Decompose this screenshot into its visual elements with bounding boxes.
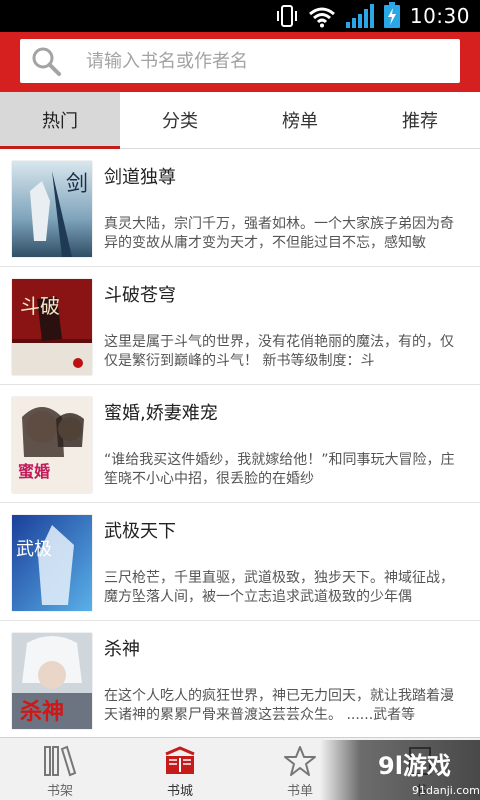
nav-label: 书架: [46, 784, 73, 799]
svg-text:斗破: 斗破: [20, 294, 60, 318]
tab-hot[interactable]: 热门: [0, 92, 120, 149]
app-header: [0, 32, 480, 92]
list-item[interactable]: 武极 武极天下 三尺枪芒，千里直驱，武道极致，独步天下。神域征战，魔方坠落人间，…: [0, 503, 480, 621]
book-cover[interactable]: 斗破: [12, 279, 92, 375]
phone-vibrate-icon: [276, 4, 298, 28]
tab-categories[interactable]: 分类: [120, 92, 240, 148]
watermark-logo: 9l游戏 91danji.com: [320, 740, 480, 800]
list-item[interactable]: 斗破 斗破苍穹 这里是属于斗气的世界，没有花俏艳丽的魔法，有的，仅仅是繁衍到巅峰…: [0, 267, 480, 385]
signal-icon: [345, 4, 374, 28]
svg-text:9l游戏: 9l游戏: [378, 752, 451, 780]
book-title: 蜜婚,娇妻难宠: [104, 403, 218, 424]
book-title: 剑道独尊: [104, 167, 176, 188]
book-title: 斗破苍穹: [104, 285, 176, 306]
tab-recommend[interactable]: 推荐: [360, 92, 480, 148]
star-icon: [284, 746, 316, 776]
list-item[interactable]: 剑 剑道独尊 真灵大陆，宗门千万，强者如林。一个大家族子弟因为奇异的变故从庸才变…: [0, 149, 480, 267]
book-description: 真灵大陆，宗门千万，强者如林。一个大家族子弟因为奇异的变故从庸才变为天才，不但能…: [104, 216, 454, 251]
wifi-icon: [308, 4, 336, 28]
book-title: 武极天下: [104, 521, 176, 542]
svg-text:蜜婚: 蜜婚: [18, 462, 50, 481]
nav-bookshelf[interactable]: 书架: [0, 738, 120, 800]
bookstore-icon: [165, 746, 195, 774]
nav-label: 书城: [166, 784, 193, 799]
book-description: 这里是属于斗气的世界，没有花俏艳丽的魔法，有的，仅仅是繁衍到巅峰的斗气！ 新书等…: [104, 334, 454, 369]
tab-rankings[interactable]: 榜单: [240, 92, 360, 148]
svg-text:杀神: 杀神: [20, 699, 64, 725]
book-cover[interactable]: 蜜婚: [12, 397, 92, 493]
book-cover[interactable]: 武极: [12, 515, 92, 611]
book-description: 三尺枪芒，千里直驱，武道极致，独步天下。神域征战，魔方坠落人间，被一个立志追求武…: [104, 570, 454, 605]
battery-charging-icon: [383, 2, 400, 28]
svg-text:剑: 剑: [66, 172, 88, 197]
list-item[interactable]: 蜜婚 蜜婚,娇妻难宠 “谁给我买这件婚纱，我就嫁给他！”和同事玩大冒险，庄笙晓不…: [0, 385, 480, 503]
nav-label: 书单: [286, 784, 313, 799]
book-description: “谁给我买这件婚纱，我就嫁给他！”和同事玩大冒险，庄笙晓不小心中招，很丢脸的在婚…: [104, 452, 455, 487]
bookshelf-icon: [44, 745, 77, 777]
book-title: 杀神: [104, 639, 140, 660]
search-input[interactable]: [84, 49, 460, 73]
book-cover[interactable]: 杀神: [12, 633, 92, 729]
search-box[interactable]: [20, 39, 460, 83]
search-icon[interactable]: [30, 45, 62, 77]
svg-text:武极: 武极: [16, 539, 52, 560]
list-item[interactable]: 杀神 杀神 在这个人吃人的疯狂世界，神已无力回天，就让我踏着漫天诸神的累累尸骨来…: [0, 621, 480, 737]
category-tabs: 热门 分类 榜单 推荐: [0, 92, 480, 149]
book-cover[interactable]: 剑: [12, 161, 92, 257]
nav-bookstore[interactable]: 书城: [120, 738, 240, 800]
svg-text:91danji.com: 91danji.com: [412, 784, 480, 797]
clock: 10:30: [409, 4, 470, 28]
book-list: 剑 剑道独尊 真灵大陆，宗门千万，强者如林。一个大家族子弟因为奇异的变故从庸才变…: [0, 149, 480, 737]
book-description: 在这个人吃人的疯狂世界，神已无力回天，就让我踏着漫天诸神的累累尸骨来普渡这芸芸众…: [104, 688, 454, 723]
status-bar: 10:30: [0, 0, 480, 32]
